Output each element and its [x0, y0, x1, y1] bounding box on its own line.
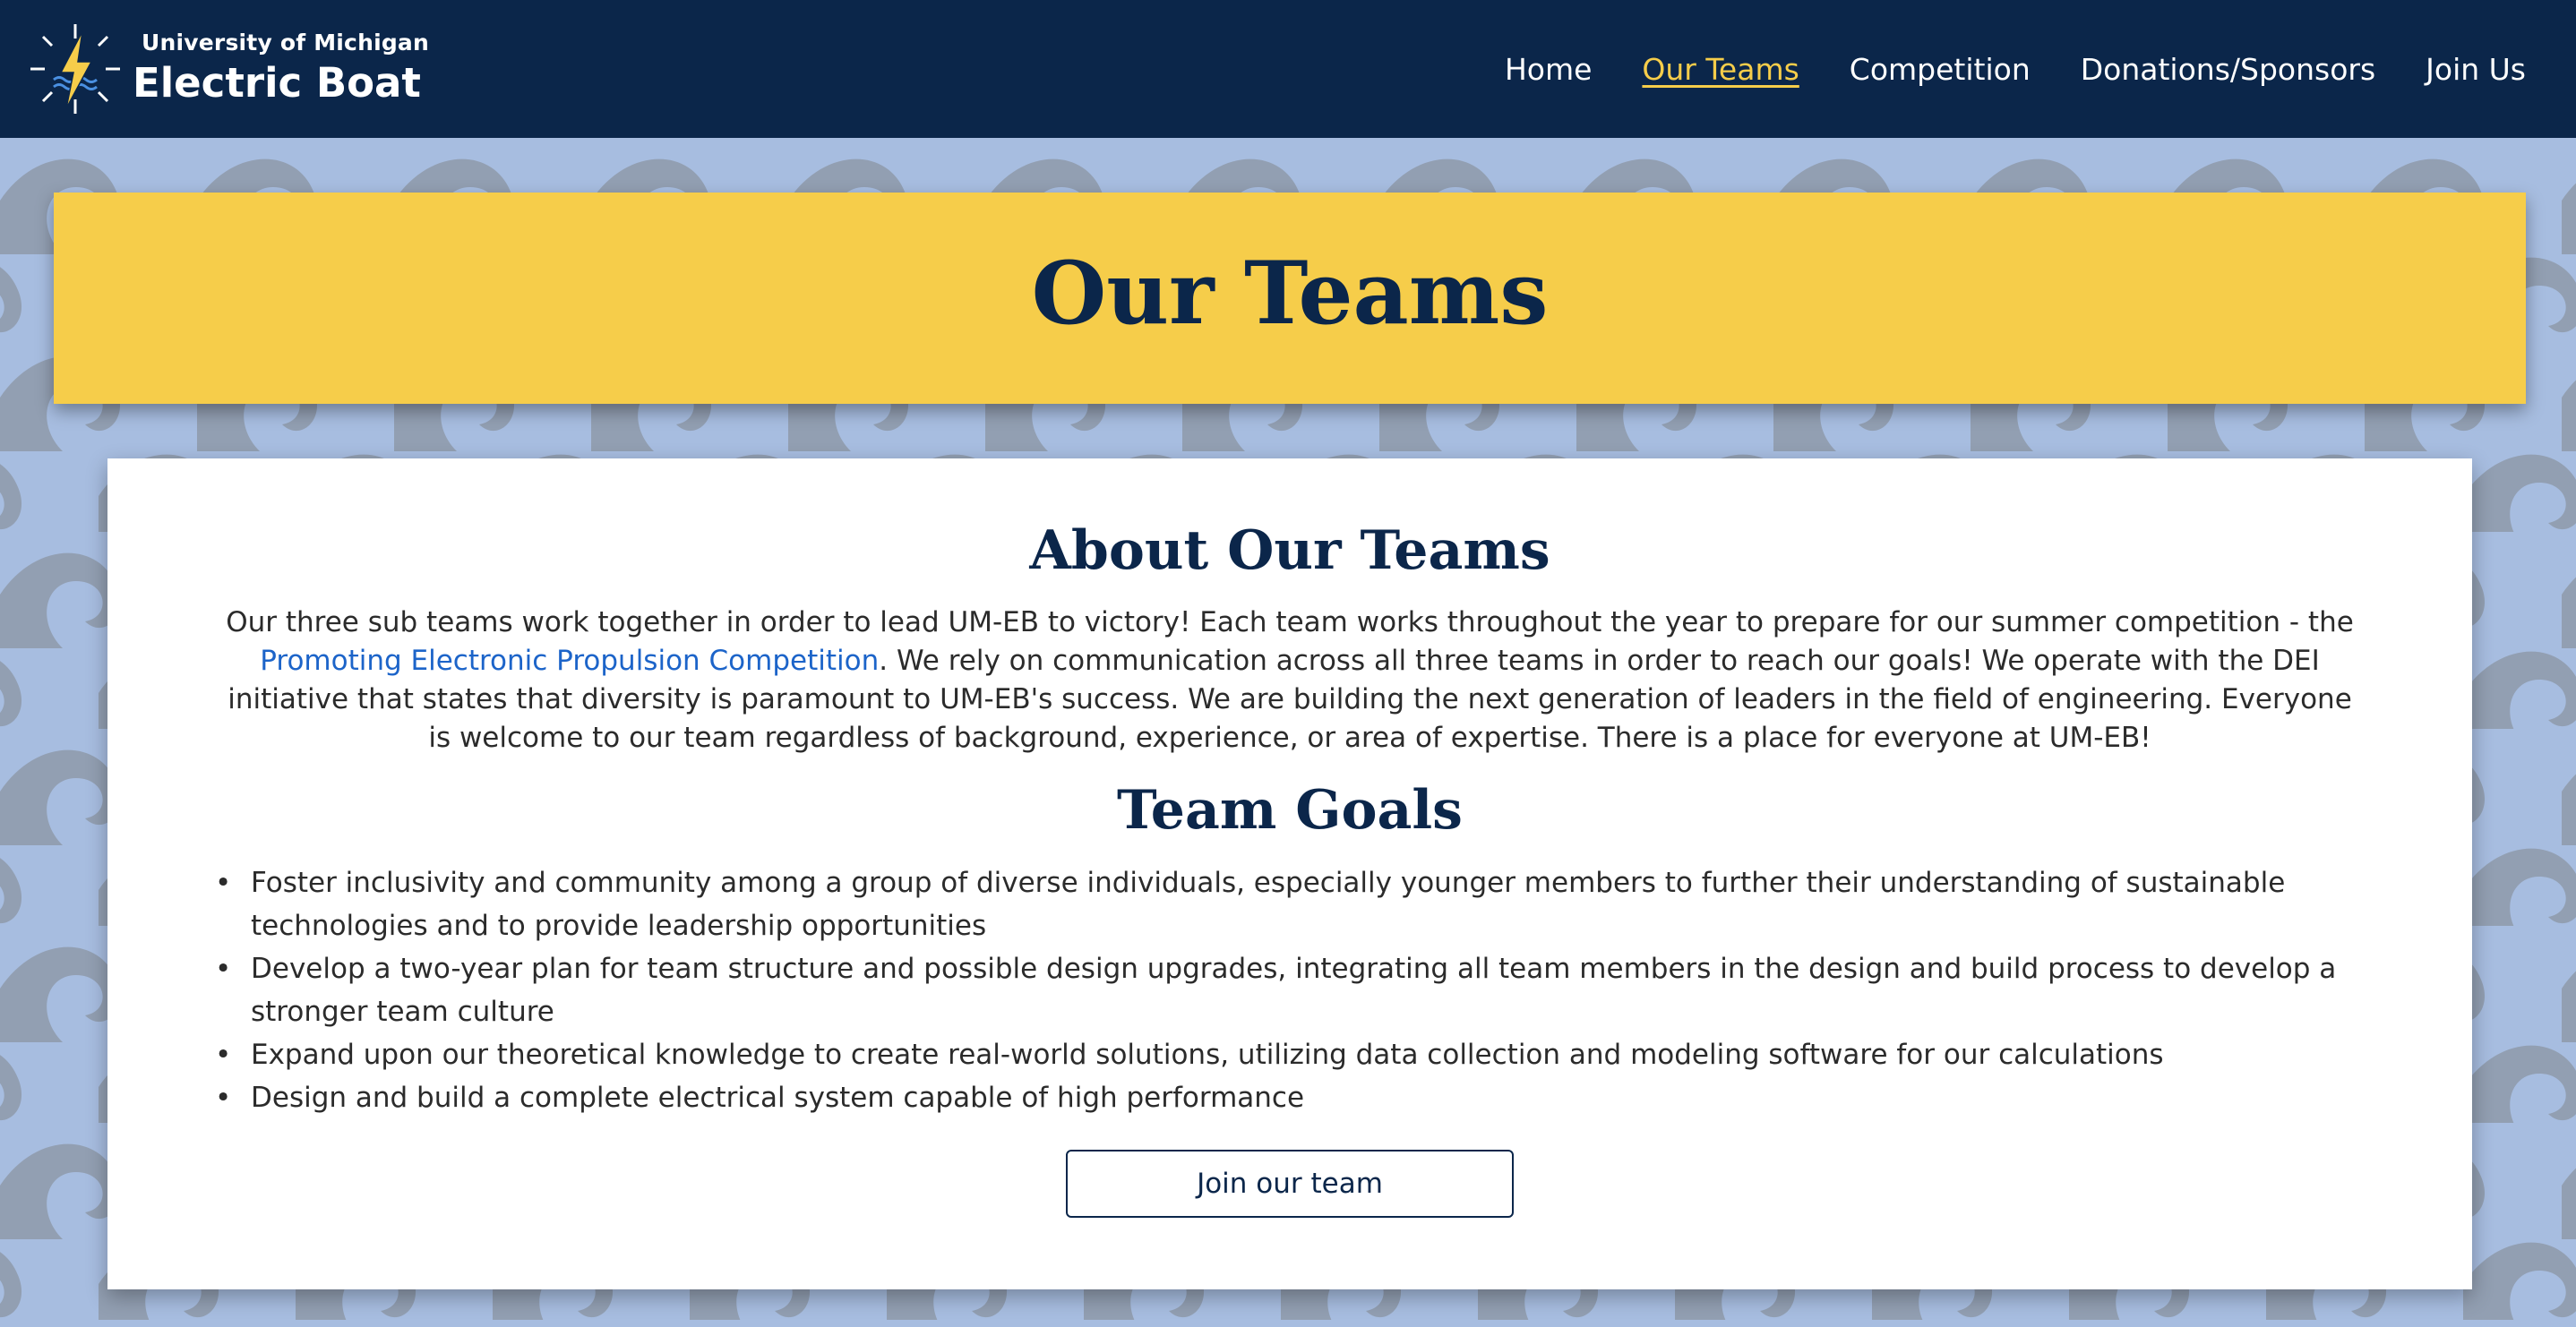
about-paragraph: Our three sub teams work together in ord… [213, 604, 2366, 758]
brand-home-link[interactable]: University of Michigan Electric Boat [27, 20, 429, 118]
site-header: University of Michigan Electric Boat Hom… [0, 0, 2576, 138]
bullet-icon: • [215, 867, 232, 899]
nav-donations-sponsors[interactable]: Donations/Sponsors [2081, 52, 2375, 87]
goal-text: Design and build a complete electrical s… [251, 1082, 1305, 1114]
nav-competition[interactable]: Competition [1850, 52, 2031, 87]
list-item: • Foster inclusivity and community among … [215, 861, 2383, 947]
goal-text: Expand upon our theoretical knowledge to… [251, 1039, 2164, 1071]
page-title: Our Teams [1031, 242, 1549, 344]
brand-university-name: University of Michigan [142, 30, 430, 56]
main-nav: Home Our Teams Competition Donations/Spo… [1455, 43, 2526, 95]
bullet-icon: • [215, 1039, 232, 1071]
lightning-compass-logo-icon [30, 24, 120, 114]
list-item: • Design and build a complete electrical … [215, 1076, 2383, 1119]
nav-join-us[interactable]: Join Us [2426, 52, 2526, 87]
nav-home[interactable]: Home [1505, 52, 1592, 87]
join-our-team-button[interactable]: Join our team [1066, 1150, 1514, 1218]
list-item: • Expand upon our theoretical knowledge t… [215, 1033, 2383, 1076]
about-heading: About Our Teams [1029, 519, 1550, 582]
goal-text: Develop a two-year plan for team structu… [251, 953, 2337, 1028]
bullet-icon: • [215, 953, 232, 985]
team-goals-heading: Team Goals [1117, 779, 1463, 842]
nav-our-teams[interactable]: Our Teams [1642, 52, 1799, 87]
bullet-icon: • [215, 1082, 232, 1114]
goal-text: Foster inclusivity and community among a… [251, 867, 2286, 942]
list-item: • Develop a two-year plan for team struct… [215, 947, 2383, 1033]
content-card: About Our Teams Our three sub teams work… [107, 458, 2472, 1289]
competition-link[interactable]: Promoting Electronic Propulsion Competit… [260, 645, 879, 677]
team-goals-list: • Foster inclusivity and community among … [215, 861, 2383, 1119]
about-text-intro: Our three sub teams work together in ord… [226, 606, 2354, 638]
brand-club-name: Electric Boat [133, 59, 421, 107]
hero-banner: Our Teams [54, 193, 2526, 404]
